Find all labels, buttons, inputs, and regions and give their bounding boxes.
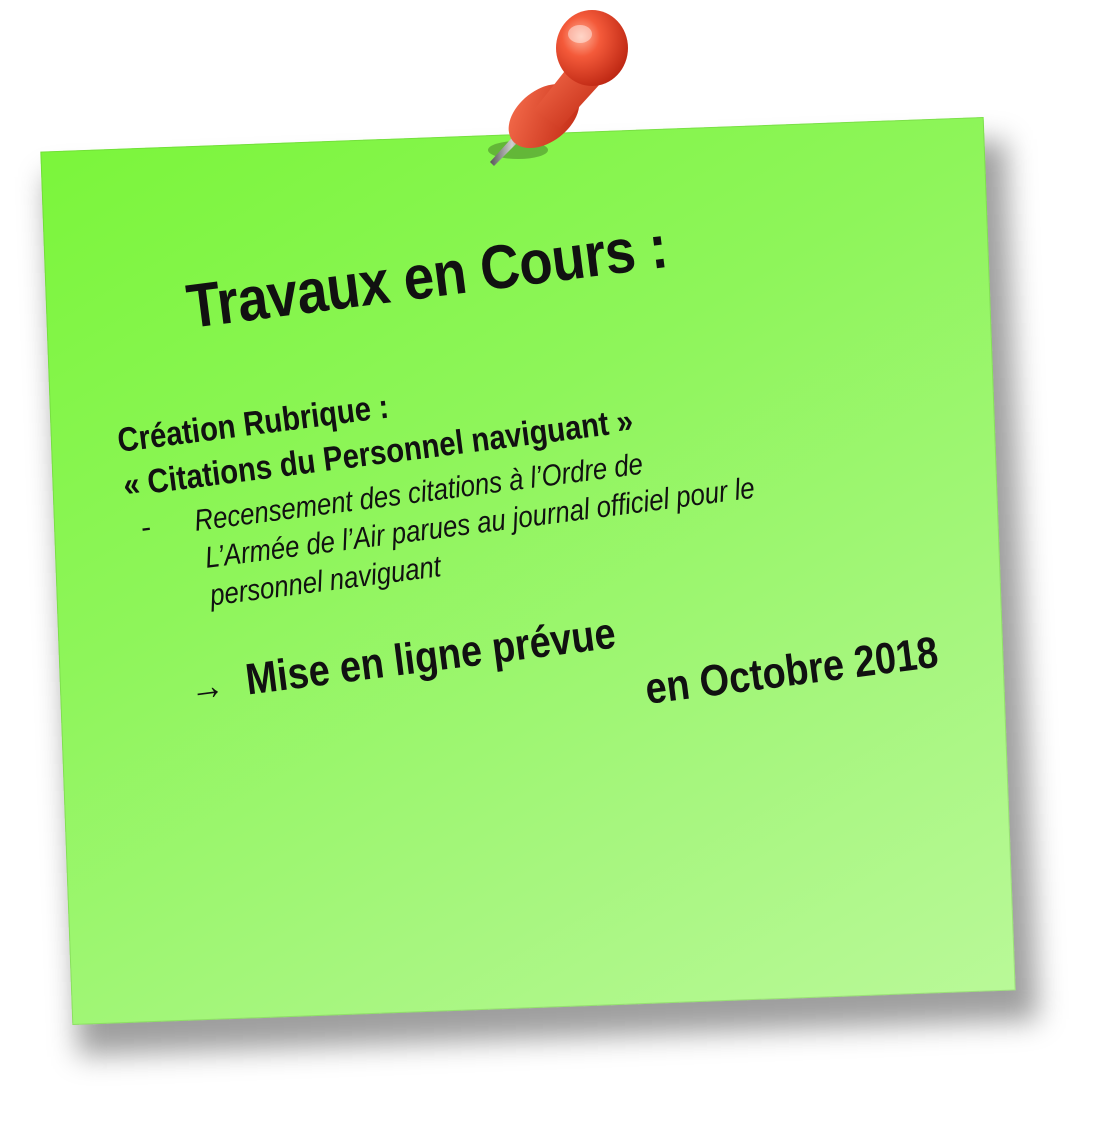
right-arrow-icon: → <box>187 662 227 711</box>
sticky-note-scene: Travaux en Cours : Création Rubrique : «… <box>0 0 1120 1125</box>
release-date: en Octobre 2018 <box>642 627 941 714</box>
release-text: Mise en ligne prévue <box>242 608 619 705</box>
release-line: → Mise en ligne prévue <box>186 609 618 713</box>
bullet-dash: - <box>138 510 154 545</box>
push-pin-icon <box>488 10 628 166</box>
note-title: Travaux en Cours : <box>182 212 672 342</box>
sticky-note: Travaux en Cours : Création Rubrique : «… <box>40 116 1016 1026</box>
